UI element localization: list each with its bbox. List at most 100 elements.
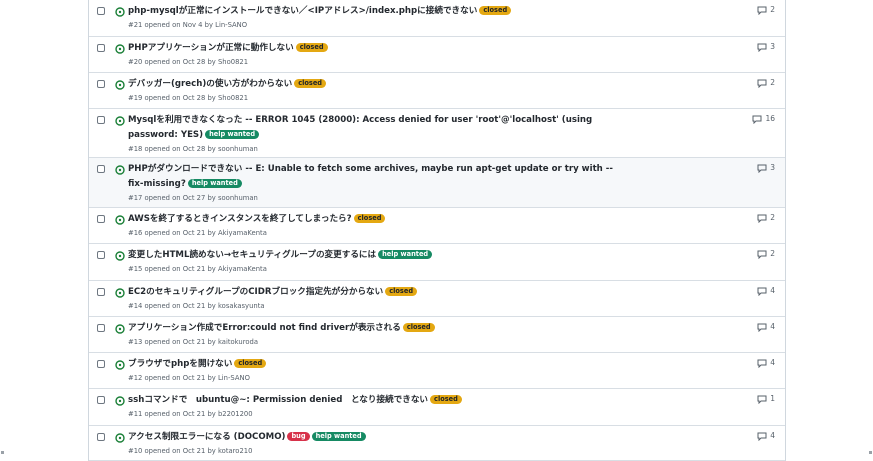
issue-title-line: 変更したHTML読めない→セキュリティグループの変更するには help wante…: [128, 248, 628, 263]
issue-content: Mysqlを利用できなくなった -- ERROR 1045 (28000): A…: [128, 113, 628, 155]
issue-meta: #15 opened on Oct 21 by AkiyamaKenta: [128, 265, 267, 273]
issue-checkbox[interactable]: [97, 396, 105, 404]
corner-marker: [869, 451, 872, 454]
issue-checkbox[interactable]: [97, 80, 105, 88]
issue-row: sshコマンドで ubuntu@~: Permission denied となり…: [89, 389, 785, 426]
issue-checkbox[interactable]: [97, 360, 105, 368]
issue-checkbox[interactable]: [97, 116, 105, 124]
closed-label[interactable]: closed: [479, 6, 512, 15]
issue-checkbox[interactable]: [97, 324, 105, 332]
issue-checkbox[interactable]: [97, 44, 105, 52]
open-issue-icon: [115, 288, 125, 298]
issue-content: 変更したHTML読めない→セキュリティグループの変更するには help wante…: [128, 248, 628, 275]
issue-title-link[interactable]: sshコマンドで ubuntu@~: Permission denied となり…: [128, 395, 428, 405]
issue-content: デバッガー(grech)の使い方がわからない closed #19 opened …: [128, 77, 628, 104]
comment-count: 3: [770, 42, 775, 51]
comment-count-link[interactable]: 1: [757, 394, 775, 404]
issue-row: PHPアプリケーションが正常に動作しない closed #20 opened on…: [89, 37, 785, 73]
issue-title-link[interactable]: php-mysqlが正常にインストールできない／<IPアドレス>/index.p…: [128, 6, 477, 16]
issue-meta: #20 opened on Oct 28 by Sho0821: [128, 58, 249, 66]
issue-checkbox[interactable]: [97, 251, 105, 259]
issue-meta: #14 opened on Oct 21 by kosakasyunta: [128, 302, 265, 310]
help-wanted-label[interactable]: help wanted: [205, 130, 260, 139]
open-issue-icon: [115, 7, 125, 17]
issue-content: PHPがダウンロードできない -- E: Unable to fetch som…: [128, 162, 628, 204]
issue-meta: #10 opened on Oct 21 by kotaro210: [128, 447, 253, 455]
issue-checkbox[interactable]: [97, 215, 105, 223]
issue-checkbox[interactable]: [97, 288, 105, 296]
bug-label[interactable]: bug: [287, 432, 310, 441]
comment-count: 16: [765, 114, 775, 123]
help-wanted-label[interactable]: help wanted: [378, 250, 433, 259]
issue-row: EC2のセキュリティグループのCIDRブロック指定先が分からない closed #…: [89, 281, 785, 317]
issues-page: php-mysqlが正常にインストールできない／<IPアドレス>/index.p…: [0, 0, 873, 461]
issue-checkbox[interactable]: [97, 165, 105, 173]
closed-label[interactable]: closed: [430, 395, 462, 404]
issue-title-line: sshコマンドで ubuntu@~: Permission denied となり…: [128, 393, 628, 408]
issue-title-link[interactable]: Mysqlを利用できなくなった -- ERROR 1045 (28000): A…: [128, 115, 592, 140]
issue-content: sshコマンドで ubuntu@~: Permission denied となり…: [128, 393, 628, 420]
issue-title-line: PHPがダウンロードできない -- E: Unable to fetch som…: [128, 162, 628, 192]
comment-icon: [757, 359, 767, 368]
open-issue-icon: [115, 360, 125, 370]
closed-label[interactable]: closed: [295, 43, 328, 52]
open-issue-icon: [115, 80, 125, 90]
issue-title-line: Mysqlを利用できなくなった -- ERROR 1045 (28000): A…: [128, 113, 628, 143]
comment-count-link[interactable]: 4: [757, 286, 775, 296]
help-wanted-label[interactable]: help wanted: [187, 179, 242, 188]
issue-checkbox[interactable]: [97, 7, 105, 15]
issue-content: EC2のセキュリティグループのCIDRブロック指定先が分からない closed #…: [128, 285, 628, 312]
comment-count-link[interactable]: 4: [757, 358, 775, 368]
comment-icon: [752, 115, 762, 124]
comment-count-link[interactable]: 2: [757, 249, 775, 259]
issue-content: アプリケーション作成でError:could not find driverが表…: [128, 321, 628, 348]
issue-content: アクセス制限エラーになる (DOCOMO) bug help wanted #10 …: [128, 430, 628, 457]
issue-checkbox[interactable]: [97, 433, 105, 441]
comment-count: 4: [770, 286, 775, 295]
issue-title-link[interactable]: 変更したHTML読めない→セキュリティグループの変更するには: [128, 250, 376, 260]
closed-label[interactable]: closed: [294, 79, 327, 88]
issue-content: PHPアプリケーションが正常に動作しない closed #20 opened on…: [128, 41, 628, 68]
issue-title-link[interactable]: アクセス制限エラーになる (DOCOMO): [128, 432, 285, 442]
closed-label[interactable]: closed: [234, 359, 267, 368]
comment-icon: [757, 432, 767, 441]
comment-count: 2: [770, 78, 775, 87]
issue-row: アプリケーション作成でError:could not find driverが表…: [89, 317, 785, 353]
issue-title-link[interactable]: アプリケーション作成でError:could not find driverが表…: [128, 323, 401, 333]
comment-icon: [757, 214, 767, 223]
issue-meta: #13 opened on Oct 21 by kaitokuroda: [128, 338, 258, 346]
closed-label[interactable]: closed: [385, 287, 418, 296]
comment-count-link[interactable]: 4: [757, 431, 775, 441]
comment-count-link[interactable]: 3: [757, 163, 775, 173]
comment-count: 4: [770, 322, 775, 331]
issue-title-link[interactable]: AWSを終了するときインスタンスを終了してしまったら?: [128, 214, 352, 224]
comment-count-link[interactable]: 4: [757, 322, 775, 332]
help-wanted-label[interactable]: help wanted: [311, 432, 366, 441]
issue-title-line: PHPアプリケーションが正常に動作しない closed: [128, 41, 628, 56]
issue-title-link[interactable]: EC2のセキュリティグループのCIDRブロック指定先が分からない: [128, 287, 383, 297]
issue-title-line: php-mysqlが正常にインストールできない／<IPアドレス>/index.p…: [128, 4, 628, 19]
issue-title-line: EC2のセキュリティグループのCIDRブロック指定先が分からない closed: [128, 285, 628, 300]
comment-count-link[interactable]: 2: [757, 78, 775, 88]
comment-count-link[interactable]: 2: [757, 213, 775, 223]
closed-label[interactable]: closed: [402, 323, 435, 332]
closed-label[interactable]: closed: [353, 214, 386, 223]
issue-title-link[interactable]: PHPアプリケーションが正常に動作しない: [128, 43, 294, 53]
issue-meta: #12 opened on Oct 21 by Lin-SANO: [128, 374, 250, 382]
comment-count: 3: [770, 163, 775, 172]
issue-title-link[interactable]: ブラウザでphpを開けない: [128, 359, 232, 369]
issue-row: 変更したHTML読めない→セキュリティグループの変更するには help wante…: [89, 244, 785, 281]
comment-icon: [757, 43, 767, 52]
comment-icon: [757, 323, 767, 332]
issue-meta: #19 opened on Oct 28 by Sho0821: [128, 94, 249, 102]
issue-title-link[interactable]: デバッガー(grech)の使い方がわからない: [128, 79, 292, 89]
issue-meta: #21 opened on Nov 4 by Lin-SANO: [128, 21, 248, 29]
comment-icon: [757, 395, 767, 404]
issue-title-line: AWSを終了するときインスタンスを終了してしまったら? closed: [128, 212, 628, 227]
comment-count-link[interactable]: 3: [757, 42, 775, 52]
comment-count: 4: [770, 431, 775, 440]
issue-list: php-mysqlが正常にインストールできない／<IPアドレス>/index.p…: [88, 0, 786, 461]
comment-count-link[interactable]: 2: [757, 5, 775, 15]
comment-count-link[interactable]: 16: [752, 114, 775, 124]
comment-icon: [757, 250, 767, 259]
